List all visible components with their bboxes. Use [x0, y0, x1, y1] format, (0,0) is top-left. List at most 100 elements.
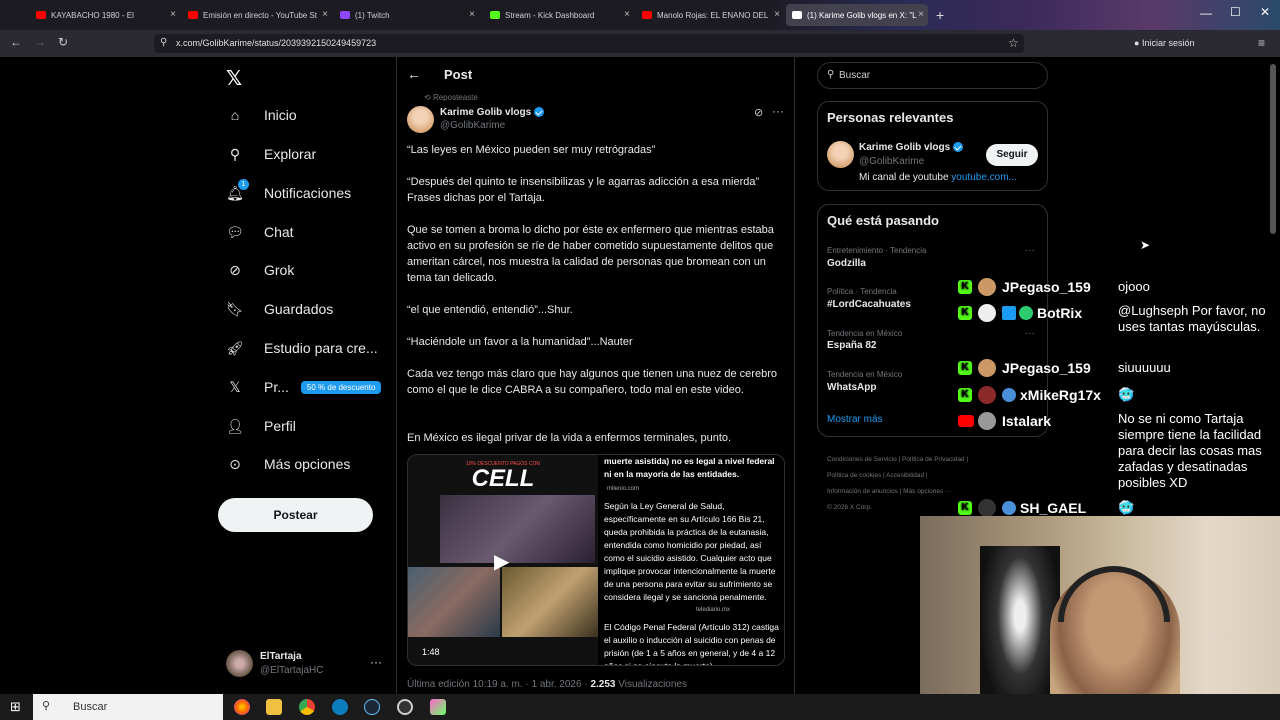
trend-item[interactable]: #LordCacahuates	[827, 299, 911, 310]
bell-icon: 🔔︎ 1	[225, 179, 249, 203]
back-arrow-icon[interactable]: ←	[407, 66, 421, 82]
sign-in-label: Iniciar sesión	[1141, 38, 1195, 48]
verified-icon	[953, 142, 964, 153]
follow-button[interactable]: Seguir	[986, 144, 1038, 166]
nav-item-profile[interactable]: 👤︎ Perfil	[218, 411, 296, 441]
footer-link[interactable]: Política de cookies	[827, 472, 881, 479]
windows-start-icon[interactable]: ⊞	[10, 699, 21, 715]
search-input[interactable]: ⚲ Buscar	[817, 62, 1048, 89]
trend-item[interactable]: Godzilla	[827, 258, 866, 269]
page-scrollbar[interactable]	[1270, 64, 1276, 234]
sign-in-button[interactable]: ● Iniciar sesión	[1134, 38, 1194, 48]
relevant-avatar[interactable]	[827, 141, 854, 168]
kick-icon: K	[958, 306, 972, 320]
footer-link[interactable]: Información de anuncios	[827, 488, 898, 495]
grok-action-icon[interactable]: ⊘	[754, 106, 763, 119]
browser-tab[interactable]: (1) Twitch ×	[334, 4, 479, 26]
kick-icon: K	[958, 501, 972, 515]
browser-tab-bar: KAYABACHO 1980 - El × Emisión en directo …	[0, 0, 1280, 30]
bookmark-star-icon[interactable]: ☆	[1008, 36, 1019, 50]
steam-icon[interactable]	[364, 699, 380, 715]
nav-item-home[interactable]: ⌂ Inicio	[218, 100, 297, 130]
close-icon[interactable]: ×	[774, 9, 780, 20]
author-handle[interactable]: @GolibKarime	[440, 120, 505, 131]
badge-icon	[1002, 306, 1016, 320]
file-explorer-icon[interactable]	[266, 699, 282, 715]
close-icon[interactable]: ×	[322, 9, 328, 20]
author-name-row[interactable]: Karime Golib vlogs	[440, 107, 545, 118]
left-navigation: ⌂ Inicio ⚲ Explorar 🔔︎ 1 Notificaciones 💬︎ Ch…	[218, 57, 396, 694]
reload-icon[interactable]: ↻	[58, 35, 68, 49]
bio-link[interactable]: youtube.com...	[951, 172, 1017, 183]
search-icon: ⚲	[42, 700, 51, 712]
account-handle: @ElTartajaHC	[260, 665, 324, 676]
site-info-icon[interactable]: ⚲	[160, 37, 167, 48]
chat-text: ojooo	[1118, 279, 1150, 294]
close-icon[interactable]: ×	[469, 9, 475, 20]
youtube-icon	[958, 415, 974, 427]
obs-icon[interactable]	[397, 699, 413, 715]
taskbar-search[interactable]: Buscar	[33, 694, 223, 720]
footer-link[interactable]: Condiciones de Servicio	[827, 456, 897, 463]
show-more-link[interactable]: Mostrar más	[827, 414, 883, 425]
post-paragraph: Que se tomen a broma lo dicho por éste e…	[407, 224, 774, 284]
menu-icon[interactable]: ≡	[1258, 36, 1265, 50]
relevant-name-row[interactable]: Karime Golib vlogs	[859, 142, 964, 153]
minimize-icon[interactable]: —	[1200, 6, 1212, 20]
page-title: Post	[444, 67, 473, 82]
bio-text: Mi canal de youtube	[859, 172, 949, 183]
footer-link[interactable]: Política de Privacidad	[902, 456, 965, 463]
kick-icon: K	[958, 388, 972, 402]
x-premium-icon: 𝕏	[229, 378, 241, 395]
nav-item-more[interactable]: ⊙ Más opciones	[218, 449, 350, 479]
nav-item-chat[interactable]: 💬︎ Chat	[218, 217, 293, 247]
author-avatar[interactable]	[407, 106, 434, 133]
account-more-icon[interactable]: ···	[370, 655, 382, 669]
close-icon[interactable]: ×	[170, 9, 176, 20]
app-icon[interactable]	[332, 699, 348, 715]
article-source: telediario.mx	[696, 607, 731, 613]
close-icon[interactable]: ×	[918, 9, 924, 20]
forward-icon[interactable]: →	[34, 35, 46, 49]
nav-item-premium[interactable]: 𝕏 Pr... 50 % de descuento	[218, 372, 382, 402]
tab-label: Manolo Rojas: EL ENANO DEL	[657, 10, 769, 20]
trend-more-icon[interactable]: ···	[1025, 245, 1035, 256]
post-more-icon[interactable]: ···	[772, 104, 784, 118]
account-avatar[interactable]	[226, 650, 253, 677]
close-window-icon[interactable]: ✕	[1260, 5, 1270, 19]
chat-username: xMikeRg17x	[1020, 387, 1101, 403]
browser-tab[interactable]: KAYABACHO 1980 - El ×	[30, 4, 180, 26]
trend-more-icon[interactable]: ···	[1025, 328, 1035, 339]
browser-tab[interactable]: Stream - Kick Dashboard ×	[484, 4, 634, 26]
browser-tab-active[interactable]: (1) Karime Golib vlogs en X: "L ×	[786, 4, 928, 26]
trend-item[interactable]: España 82	[827, 340, 876, 351]
browser-tab[interactable]: Manolo Rojas: EL ENANO DEL ×	[636, 4, 784, 26]
tab-label: KAYABACHO 1980 - El	[51, 10, 134, 20]
chat-text: @Lughseph Por favor, no uses tantas mayú…	[1118, 303, 1266, 334]
trend-item[interactable]: WhatsApp	[827, 382, 876, 393]
close-icon[interactable]: ×	[624, 9, 630, 20]
view-count: 2.253	[590, 679, 616, 690]
post-paragraph: “Después del quinto te insensibilizas y …	[407, 176, 760, 204]
nav-item-explore[interactable]: ⚲ Explorar	[218, 139, 316, 169]
maximize-icon[interactable]: ☐	[1230, 5, 1241, 19]
play-icon[interactable]: ▶	[494, 549, 509, 574]
nav-item-creator-studio[interactable]: 🚀︎ Estudio para cre...	[218, 333, 378, 363]
nav-item-notifications[interactable]: 🔔︎ 1 Notificaciones	[218, 178, 351, 208]
browser-tab[interactable]: Emisión en directo - YouTube St ×	[182, 4, 332, 26]
post-button[interactable]: Postear	[218, 498, 373, 532]
footer-link[interactable]: Accesibilidad	[886, 472, 924, 479]
firefox-icon[interactable]	[234, 699, 250, 715]
article-text: muerte asistida) no es legal a nivel fed…	[604, 455, 780, 665]
chrome-icon[interactable]	[299, 699, 315, 715]
app-icon[interactable]	[430, 699, 446, 715]
url-bar[interactable]: x.com/GolibKarime/status/203939215024945…	[154, 34, 1024, 53]
search-icon: ⚲	[229, 145, 241, 162]
back-icon[interactable]: ←	[10, 35, 22, 49]
nav-item-grok[interactable]: ⊘ Grok	[218, 255, 294, 285]
chat-avatar	[978, 412, 996, 430]
new-tab-icon[interactable]: +	[936, 7, 944, 23]
video-player[interactable]: 10% DESCUENTO PAGOS CON CELL ▶ 1:48 muer…	[407, 454, 785, 666]
nav-item-bookmarks[interactable]: 🔖︎ Guardados	[218, 294, 333, 324]
footer-link[interactable]: Más opciones ···	[903, 488, 951, 495]
